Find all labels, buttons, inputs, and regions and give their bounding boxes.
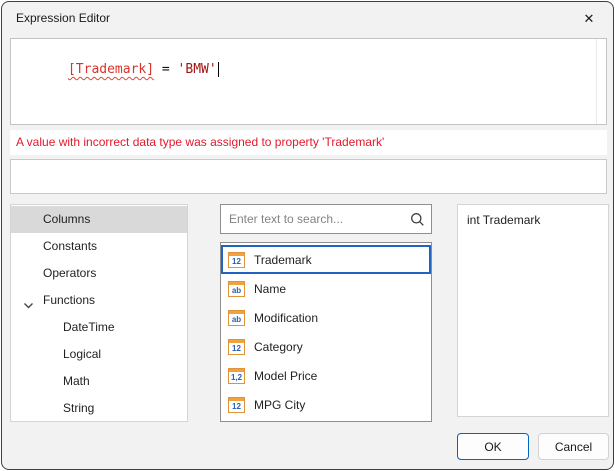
search-input[interactable] <box>221 212 403 226</box>
title-bar: Expression Editor ✕ <box>2 2 613 34</box>
expression-scrollbar[interactable] <box>596 39 597 124</box>
category-label: Functions <box>43 293 95 307</box>
chevron-down-icon[interactable] <box>22 295 35 308</box>
integer-field-icon: 12 <box>228 339 245 355</box>
string-field-icon: ab <box>228 281 245 297</box>
field-label: MPG City <box>254 398 305 412</box>
list-item-mpg-city[interactable]: 12 MPG City <box>221 390 431 419</box>
sidebar-item-string[interactable]: String <box>11 395 187 422</box>
list-item-model-price[interactable]: 1,2 Model Price <box>221 361 431 390</box>
selected-field-info: int Trademark <box>467 213 540 227</box>
category-label: String <box>63 401 94 415</box>
field-label: Modification <box>254 311 318 325</box>
expression-token-string: 'BMW' <box>178 62 217 77</box>
field-label: Trademark <box>254 253 312 267</box>
close-icon: ✕ <box>584 11 595 26</box>
sidebar-item-math[interactable]: Math <box>11 368 187 395</box>
categories-panel: Columns Constants Operators Functions Da… <box>10 204 188 422</box>
text-caret <box>218 62 219 77</box>
sidebar-item-operators[interactable]: Operators <box>11 260 187 287</box>
cancel-button[interactable]: Cancel <box>538 433 609 460</box>
search-box <box>220 204 432 234</box>
sidebar-item-columns[interactable]: Columns <box>11 206 187 233</box>
category-label: Columns <box>43 212 90 226</box>
dialog-title: Expression Editor <box>16 11 110 25</box>
list-item-trademark[interactable]: 12 Trademark <box>221 245 431 274</box>
screen: Expression Editor ✕ [Trademark] = 'BMW' … <box>0 0 615 471</box>
category-label: Math <box>63 374 90 388</box>
category-label: DateTime <box>63 320 115 334</box>
description-panel <box>10 159 607 194</box>
sidebar-item-datetime[interactable]: DateTime <box>11 314 187 341</box>
sidebar-item-constants[interactable]: Constants <box>11 233 187 260</box>
sidebar-item-logical[interactable]: Logical <box>11 341 187 368</box>
integer-field-icon: 12 <box>228 252 245 268</box>
category-label: Logical <box>63 347 101 361</box>
list-item-name[interactable]: ab Name <box>221 274 431 303</box>
list-item-modification[interactable]: ab Modification <box>221 303 431 332</box>
expression-editor-dialog: Expression Editor ✕ [Trademark] = 'BMW' … <box>1 1 614 470</box>
field-label: Model Price <box>254 369 317 383</box>
integer-field-icon: 12 <box>228 397 245 413</box>
list-item-category[interactable]: 12 Category <box>221 332 431 361</box>
expression-input[interactable]: [Trademark] = 'BMW' <box>10 38 607 125</box>
string-field-icon: ab <box>228 310 245 326</box>
expression-token-operator: = <box>154 62 177 77</box>
fields-list: 12 Trademark ab Name ab Modification 12 … <box>220 242 432 422</box>
close-button[interactable]: ✕ <box>571 6 607 32</box>
decimal-field-icon: 1,2 <box>228 368 245 384</box>
search-icon[interactable] <box>403 212 431 227</box>
selected-field-info-panel: int Trademark <box>457 204 609 417</box>
ok-button[interactable]: OK <box>457 433 529 460</box>
field-label: Category <box>254 340 303 354</box>
category-label: Operators <box>43 266 96 280</box>
field-label: Name <box>254 282 286 296</box>
error-message: A value with incorrect data type was ass… <box>10 130 607 155</box>
category-label: Constants <box>43 239 97 253</box>
sidebar-item-functions[interactable]: Functions <box>11 287 187 314</box>
expression-token-column: [Trademark] <box>68 62 154 77</box>
